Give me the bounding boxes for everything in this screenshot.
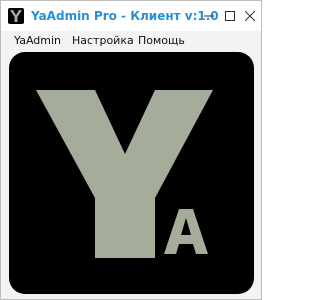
menu-help[interactable]: Помощь	[138, 34, 185, 48]
ya-logo-graphic	[36, 90, 213, 258]
app-window: YaAdmin Pro - Клиент v:1.0 YaAdmin Настр…	[0, 0, 262, 300]
maximize-icon	[225, 11, 235, 21]
close-icon	[245, 11, 255, 21]
maximize-button[interactable]	[221, 7, 239, 25]
minimize-button[interactable]	[200, 7, 218, 25]
ya-logo-image	[9, 52, 254, 294]
logo-letter-a	[164, 209, 208, 254]
menu-settings[interactable]: Настройка	[72, 34, 134, 48]
menu-yaadmin[interactable]: YaAdmin	[14, 34, 61, 48]
title-bar[interactable]: YaAdmin Pro - Клиент v:1.0	[1, 1, 261, 31]
logo-letter-y	[36, 90, 213, 258]
close-button[interactable]	[241, 7, 259, 25]
ya-logo-icon[interactable]	[8, 8, 24, 24]
window-title: YaAdmin Pro - Клиент v:1.0	[31, 9, 219, 23]
minimize-icon	[204, 15, 214, 17]
menu-bar: YaAdmin Настройка Помощь	[1, 32, 261, 50]
